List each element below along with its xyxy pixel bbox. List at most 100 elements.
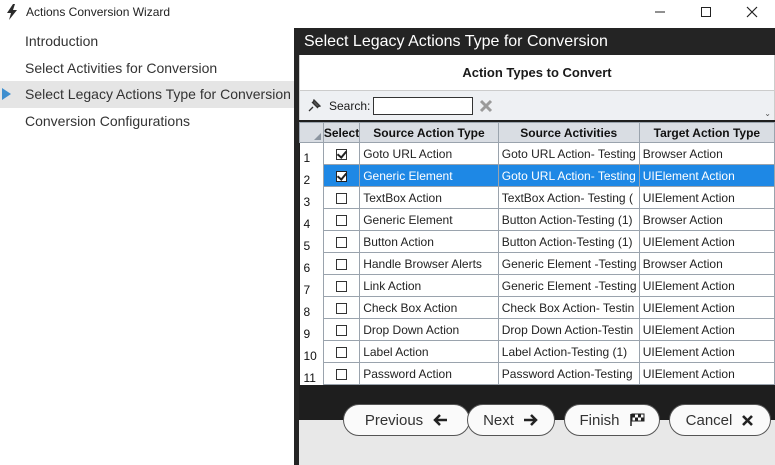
source-activities-cell[interactable]: Button Action-Testing (1): [497, 230, 640, 253]
column-header-source-activities[interactable]: Source Activities: [497, 122, 640, 143]
select-checkbox[interactable]: [336, 148, 347, 160]
target-action-type-cell[interactable]: UIElement Action: [638, 296, 775, 319]
select-checkbox[interactable]: [336, 170, 347, 182]
source-activities-cell[interactable]: Goto URL Action- Testing: [497, 142, 640, 165]
table-row[interactable]: 7 Link Action Generic Element -Testing UIEl…: [299, 274, 775, 297]
source-activities-cell[interactable]: Label Action-Testing (1): [497, 340, 640, 363]
select-checkbox[interactable]: [336, 302, 347, 314]
row-number: 8: [299, 296, 324, 319]
source-activities-cell[interactable]: Button Action-Testing (1): [497, 208, 640, 231]
select-cell[interactable]: [322, 142, 361, 165]
table-row[interactable]: 1 Goto URL Action Goto URL Action- Testing…: [299, 142, 775, 165]
column-header-target-action-type[interactable]: Target Action Type: [638, 122, 775, 143]
table-row[interactable]: 2 Generic Element Goto URL Action- Testing…: [299, 164, 775, 187]
source-action-type-cell[interactable]: Link Action: [359, 274, 499, 297]
nav-item-label: Select Activities for Conversion: [25, 59, 218, 76]
next-label: Next: [483, 411, 514, 429]
select-cell[interactable]: [322, 208, 361, 231]
select-cell[interactable]: [322, 296, 361, 319]
minimize-button[interactable]: [637, 0, 683, 24]
source-activities-cell[interactable]: Password Action-Testing: [497, 362, 640, 385]
nav-item-conversion-configurations[interactable]: Conversion Configurations: [0, 108, 294, 135]
minimize-icon: [655, 11, 665, 13]
source-activities-cell[interactable]: TextBox Action- Testing (: [497, 186, 640, 209]
target-action-type-cell[interactable]: UIElement Action: [638, 186, 775, 209]
target-action-type-cell[interactable]: Browser Action: [638, 208, 775, 231]
chevron-down-icon[interactable]: ⌄: [764, 109, 771, 118]
cancel-button[interactable]: Cancel: [669, 404, 771, 436]
finish-button[interactable]: Finish: [564, 404, 660, 436]
previous-button[interactable]: Previous: [343, 404, 470, 436]
wizard-step-nav: Introduction Select Activities for Conve…: [0, 28, 294, 465]
table-row[interactable]: 4 Generic Element Button Action-Testing (1…: [299, 208, 775, 231]
table-row[interactable]: 9 Drop Down Action Drop Down Action-Testin…: [299, 318, 775, 341]
select-cell[interactable]: [322, 186, 361, 209]
nav-item-label: Conversion Configurations: [25, 112, 190, 129]
target-action-type-cell[interactable]: UIElement Action: [638, 318, 775, 341]
select-cell[interactable]: [322, 164, 361, 187]
select-cell[interactable]: [322, 362, 361, 385]
source-action-type-cell[interactable]: Check Box Action: [359, 296, 499, 319]
target-action-type-cell[interactable]: UIElement Action: [638, 230, 775, 253]
table-row[interactable]: 8 Check Box Action Check Box Action- Testi…: [299, 296, 775, 319]
target-action-type-cell[interactable]: Browser Action: [638, 252, 775, 275]
select-checkbox[interactable]: [336, 258, 347, 270]
next-button[interactable]: Next: [467, 404, 555, 436]
select-cell[interactable]: [322, 340, 361, 363]
nav-item-select-legacy-actions[interactable]: Select Legacy Actions Type for Conversio…: [0, 81, 294, 108]
target-action-type-cell[interactable]: UIElement Action: [638, 164, 775, 187]
source-action-type-cell[interactable]: Handle Browser Alerts: [359, 252, 499, 275]
clear-search-icon[interactable]: [478, 98, 494, 114]
select-cell[interactable]: [322, 252, 361, 275]
nav-item-select-activities[interactable]: Select Activities for Conversion: [0, 55, 294, 82]
select-checkbox[interactable]: [336, 236, 347, 248]
finish-label: Finish: [579, 411, 620, 429]
nav-item-introduction[interactable]: Introduction: [0, 28, 294, 55]
source-action-type-cell[interactable]: Drop Down Action: [359, 318, 499, 341]
select-cell[interactable]: [322, 318, 361, 341]
target-action-type-cell[interactable]: UIElement Action: [638, 340, 775, 363]
source-action-type-cell[interactable]: TextBox Action: [359, 186, 499, 209]
source-activities-cell[interactable]: Drop Down Action-Testin: [497, 318, 640, 341]
table-row[interactable]: 5 Button Action Button Action-Testing (1) U…: [299, 230, 775, 253]
source-activities-cell[interactable]: Generic Element -Testing: [497, 252, 640, 275]
target-action-type-cell[interactable]: Browser Action: [638, 142, 775, 165]
select-checkbox[interactable]: [336, 214, 347, 226]
source-activities-cell[interactable]: Goto URL Action- Testing: [497, 164, 640, 187]
close-window-button[interactable]: [729, 0, 775, 24]
table-row[interactable]: 11 Password Action Password Action-Testing…: [299, 362, 775, 385]
source-action-type-cell[interactable]: Label Action: [359, 340, 499, 363]
previous-label: Previous: [364, 411, 424, 429]
arrow-right-icon: [523, 413, 539, 427]
select-checkbox[interactable]: [336, 368, 347, 380]
source-action-type-cell[interactable]: Password Action: [359, 362, 499, 385]
column-header-source-action-type[interactable]: Source Action Type: [359, 122, 499, 143]
table-row[interactable]: 10 Label Action Label Action-Testing (1) UI…: [299, 340, 775, 363]
pin-icon[interactable]: [307, 98, 321, 113]
current-step-arrow-icon: [2, 88, 11, 100]
column-header-select[interactable]: Select: [322, 122, 361, 143]
source-action-type-cell[interactable]: Button Action: [359, 230, 499, 253]
source-action-type-cell[interactable]: Generic Element: [359, 164, 499, 187]
action-types-grid: Select Source Action Type Source Activit…: [299, 120, 775, 420]
select-all-corner[interactable]: [299, 122, 324, 143]
source-action-type-cell[interactable]: Generic Element: [359, 208, 499, 231]
select-checkbox[interactable]: [336, 280, 347, 292]
table-row[interactable]: 6 Handle Browser Alerts Generic Element -T…: [299, 252, 775, 275]
title-bar: Actions Conversion Wizard: [0, 0, 775, 24]
select-checkbox[interactable]: [336, 192, 347, 204]
target-action-type-cell[interactable]: UIElement Action: [638, 362, 775, 385]
search-input[interactable]: [373, 96, 474, 115]
target-action-type-cell[interactable]: UIElement Action: [638, 274, 775, 297]
source-action-type-cell[interactable]: Goto URL Action: [359, 142, 499, 165]
maximize-button[interactable]: [683, 0, 729, 24]
lightning-icon: [4, 3, 20, 21]
source-activities-cell[interactable]: Generic Element -Testing: [497, 274, 640, 297]
source-activities-cell[interactable]: Check Box Action- Testin: [497, 296, 640, 319]
select-cell[interactable]: [322, 230, 361, 253]
row-number: 3: [299, 186, 324, 209]
select-cell[interactable]: [322, 274, 361, 297]
table-row[interactable]: 3 TextBox Action TextBox Action- Testing (…: [299, 186, 775, 209]
select-checkbox[interactable]: [336, 324, 347, 336]
select-checkbox[interactable]: [336, 346, 347, 358]
